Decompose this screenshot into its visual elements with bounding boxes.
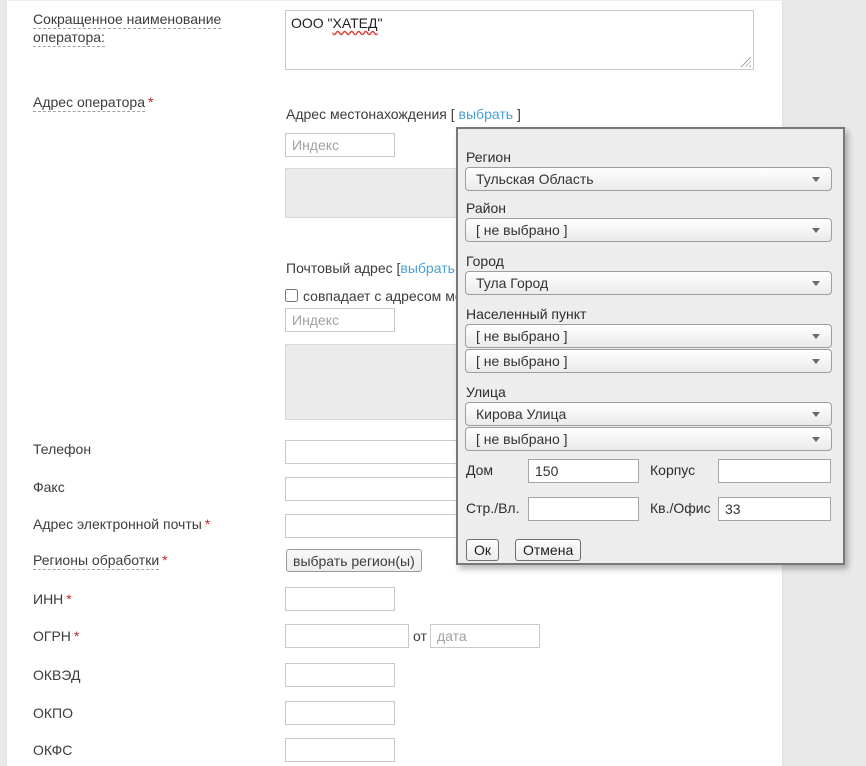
- settlement-select-1-value: [ не выбрано ]: [476, 328, 568, 344]
- okpo-input[interactable]: [285, 701, 395, 725]
- ogrn-date-input[interactable]: [430, 624, 540, 648]
- region-select-value: Тульская Область: [476, 171, 594, 187]
- ok-button[interactable]: Ок: [466, 539, 499, 561]
- chevron-down-icon: [812, 334, 820, 339]
- district-select-value: [ не выбрано ]: [476, 222, 568, 238]
- district-label: Район: [466, 200, 506, 217]
- required-asterisk: *: [74, 628, 79, 644]
- apartment-label: Кв./Офис: [650, 500, 711, 517]
- city-select-value: Тула Город: [476, 275, 548, 291]
- settlement-label: Населенный пункт: [466, 306, 586, 323]
- phone-label: Телефон: [33, 440, 91, 458]
- choose-regions-button[interactable]: выбрать регион(ы): [286, 549, 422, 572]
- street-label: Улица: [466, 384, 506, 401]
- chevron-down-icon: [812, 228, 820, 233]
- chevron-down-icon: [812, 281, 820, 286]
- street-select-1[interactable]: Кирова Улица: [465, 402, 832, 426]
- location-address-label: Адрес местонахождения [ выбрать ]: [286, 105, 521, 123]
- okfs-label: ОКФС: [33, 741, 72, 759]
- region-select[interactable]: Тульская Область: [465, 167, 832, 191]
- city-label: Город: [466, 253, 504, 270]
- street-select-2-value: [ не выбрано ]: [476, 431, 568, 447]
- city-select[interactable]: Тула Город: [465, 271, 832, 295]
- settlement-select-2[interactable]: [ не выбрано ]: [465, 349, 832, 373]
- apartment-input[interactable]: [718, 497, 831, 521]
- structure-input[interactable]: [528, 497, 639, 521]
- required-asterisk: *: [162, 552, 167, 568]
- street-select-2[interactable]: [ не выбрано ]: [465, 427, 832, 451]
- fax-label: Факс: [33, 478, 65, 496]
- bracket-open: [: [451, 106, 455, 122]
- location-index-input[interactable]: [285, 133, 395, 157]
- postal-index-input[interactable]: [285, 308, 395, 332]
- short-name-value: ООО ": [291, 15, 333, 31]
- house-input[interactable]: [528, 459, 639, 483]
- chevron-down-icon: [812, 412, 820, 417]
- chevron-down-icon: [812, 359, 820, 364]
- operator-address-label: Адрес оператора*: [33, 93, 153, 111]
- address-popup: Регион Тульская Область Район [ не выбра…: [456, 127, 845, 565]
- house-label: Дом: [466, 462, 493, 479]
- location-address-choose-link[interactable]: выбрать: [459, 106, 514, 122]
- district-select[interactable]: [ не выбрано ]: [465, 218, 832, 242]
- regions-label: Регионы обработки*: [33, 551, 168, 569]
- building-label: Корпус: [650, 462, 695, 479]
- ogrn-input[interactable]: [285, 624, 409, 648]
- chevron-down-icon: [812, 437, 820, 442]
- region-label: Регион: [466, 149, 511, 166]
- required-asterisk: *: [148, 94, 153, 110]
- postal-address-label: Почтовый адрес [выбрать ]: [286, 259, 463, 277]
- ogrn-label: ОГРН*: [33, 627, 79, 645]
- email-label: Адрес электронной почты*: [33, 515, 210, 533]
- inn-input[interactable]: [285, 587, 395, 611]
- ogrn-from-label: от: [413, 627, 427, 645]
- operator-registration-page: Сокращенное наименование оператора: ООО …: [0, 0, 866, 766]
- short-name-label: Сокращенное наименование оператора:: [33, 10, 268, 46]
- bracket-close: ]: [517, 106, 521, 122]
- cancel-button[interactable]: Отмена: [515, 539, 581, 561]
- textarea-resize-handle[interactable]: [740, 56, 751, 67]
- short-name-textarea[interactable]: ООО "ХАТЕД": [285, 10, 754, 70]
- okfs-input[interactable]: [285, 738, 395, 762]
- required-asterisk: *: [205, 516, 210, 532]
- street-select-1-value: Кирова Улица: [476, 406, 566, 422]
- same-address-checkbox[interactable]: [285, 289, 298, 302]
- okved-label: ОКВЭД: [33, 666, 80, 684]
- okved-input[interactable]: [285, 663, 395, 687]
- okpo-label: ОКПО: [33, 704, 73, 722]
- settlement-select-1[interactable]: [ не выбрано ]: [465, 324, 832, 348]
- inn-label: ИНН*: [33, 590, 72, 608]
- settlement-select-2-value: [ не выбрано ]: [476, 353, 568, 369]
- postal-address-choose-link[interactable]: выбрать: [400, 260, 455, 276]
- required-asterisk: *: [66, 591, 71, 607]
- misspelled-word: ХАТЕД: [333, 15, 378, 31]
- building-input[interactable]: [718, 459, 831, 483]
- structure-label: Стр./Вл.: [466, 500, 519, 517]
- chevron-down-icon: [812, 177, 820, 182]
